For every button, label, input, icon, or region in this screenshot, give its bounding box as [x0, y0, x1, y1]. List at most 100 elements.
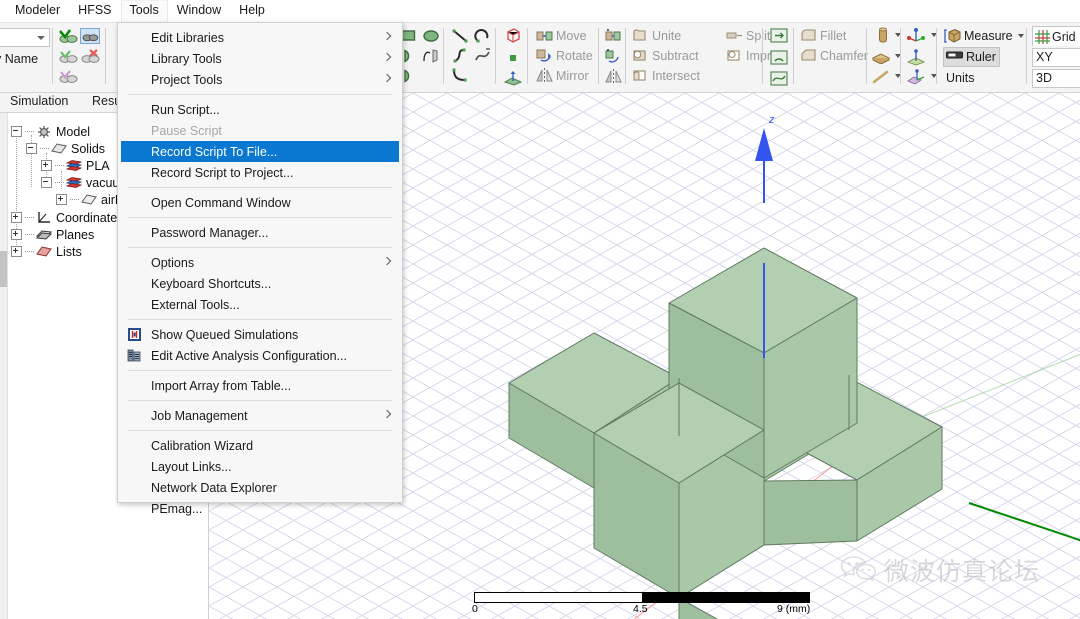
menu-item-label: External Tools...: [151, 298, 240, 312]
tree-node-planes[interactable]: Planes: [11, 226, 94, 243]
mirror-button[interactable]: Mirror: [536, 66, 589, 86]
draw-curve-icon[interactable]: [472, 46, 494, 66]
menu-item-record-script-to-project[interactable]: Record Script to Project...: [118, 162, 402, 183]
measure-button[interactable]: Measure: [944, 26, 1024, 46]
sweep-around-axis-icon[interactable]: [768, 47, 790, 67]
units-button[interactable]: Units: [946, 68, 974, 88]
menu-item-layout-links[interactable]: Layout Links...: [118, 456, 402, 477]
tree-connector: [25, 217, 34, 219]
intersect-button[interactable]: Intersect: [632, 66, 700, 86]
draw-arc-icon[interactable]: [472, 26, 494, 46]
menu-item-library-tools[interactable]: Library Tools: [118, 48, 402, 69]
menu-item-edit-active-analysis-configuration[interactable]: Edit Active Analysis Configuration...: [118, 345, 402, 366]
menubar-item-window[interactable]: Window: [168, 0, 230, 22]
unite-button[interactable]: Unite: [632, 26, 681, 46]
tree-node-solids[interactable]: Solids: [26, 140, 105, 157]
hide-selection-icon[interactable]: [80, 28, 100, 44]
chamfer-icon: [800, 48, 817, 64]
plane-select[interactable]: XY: [1032, 48, 1080, 67]
sweep-along-vector-icon[interactable]: [768, 25, 790, 45]
view-mode-select[interactable]: 3D: [1032, 69, 1080, 88]
expander-icon[interactable]: [11, 126, 22, 137]
menu-item-open-command-window[interactable]: Open Command Window: [118, 192, 402, 213]
select-object-combo[interactable]: ect: [0, 28, 50, 47]
menubar-item-modeler[interactable]: Modeler: [6, 0, 69, 22]
tree-connector: [70, 199, 79, 201]
show-all-icon[interactable]: [58, 28, 78, 44]
menu-item-calibration-wizard[interactable]: Calibration Wizard: [118, 435, 402, 456]
assign-material-icon[interactable]: [872, 25, 894, 45]
toolbar-separator-6: [598, 28, 599, 84]
expander-icon[interactable]: [26, 143, 37, 154]
draw-polyline-icon[interactable]: [449, 66, 471, 86]
tree-node-pla[interactable]: PLA: [41, 157, 110, 174]
menu-item-options[interactable]: Options: [118, 252, 402, 273]
menu-item-record-script-to-file[interactable]: Record Script To File...: [121, 141, 399, 162]
menu-item-project-tools[interactable]: Project Tools: [118, 69, 402, 90]
tree-node-lists[interactable]: Lists: [11, 243, 82, 260]
menu-item-network-data-explorer[interactable]: Network Data Explorer: [118, 477, 402, 498]
show-selection-icon[interactable]: [58, 48, 78, 64]
tree-scrollbar[interactable]: [0, 113, 8, 619]
expander-icon[interactable]: [11, 212, 22, 223]
split-button[interactable]: Split: [726, 26, 770, 46]
draw-cylinder-icon[interactable]: [420, 26, 442, 46]
menu-item-keyboard-shortcuts[interactable]: Keyboard Shortcuts...: [118, 273, 402, 294]
fillet-label: Fillet: [820, 29, 846, 43]
grid-tab[interactable]: Grid: [1032, 26, 1080, 46]
menu-item-import-array-from-table[interactable]: Import Array from Table...: [118, 375, 402, 396]
model-icon: [36, 125, 52, 139]
toolbar-separator-10: [866, 28, 867, 84]
show-others-icon[interactable]: [58, 68, 78, 84]
menu-item-edit-libraries[interactable]: Edit Libraries: [118, 27, 402, 48]
create-relative-cs-icon[interactable]: [905, 47, 927, 67]
menu-item-label: Edit Active Analysis Configuration...: [151, 349, 347, 363]
create-point-icon[interactable]: [502, 48, 524, 68]
hide-all-icon[interactable]: [80, 48, 100, 64]
ruler-button[interactable]: Ruler: [943, 47, 1000, 67]
menu-item-job-management[interactable]: Job Management: [118, 405, 402, 426]
thicken-sheet-icon[interactable]: [870, 47, 892, 67]
expander-icon[interactable]: [41, 160, 52, 171]
duplicate-mirror-icon[interactable]: [602, 26, 624, 46]
lists-icon: [36, 245, 52, 259]
tab-simulation[interactable]: Simulation: [10, 94, 68, 108]
subtract-button[interactable]: Subtract: [632, 46, 699, 66]
draw-equation-surface-icon[interactable]: [420, 46, 442, 66]
create-plane-icon[interactable]: [502, 68, 524, 88]
scale-max-label: 9 (mm): [777, 603, 810, 615]
toolbar-separator-1: [52, 28, 53, 84]
chamfer-button[interactable]: Chamfer: [800, 46, 868, 66]
duplicate-around-axis-icon[interactable]: [602, 46, 624, 66]
menu-item-label: Options: [151, 256, 194, 270]
duplicate-mirror2-icon[interactable]: [602, 66, 624, 86]
sweep-along-path-icon[interactable]: [768, 68, 790, 88]
menubar-item-hfss[interactable]: HFSS: [69, 0, 120, 22]
expander-icon[interactable]: [11, 229, 22, 240]
face-cs-icon[interactable]: [905, 67, 927, 87]
draw-spline-icon[interactable]: [449, 46, 471, 66]
menubar-item-tools[interactable]: Tools: [121, 0, 168, 22]
edge-tool-icon[interactable]: [870, 67, 892, 87]
expander-icon[interactable]: [56, 194, 67, 205]
menu-item-pemag[interactable]: PEmag...: [118, 498, 402, 519]
create-region-icon[interactable]: [502, 25, 524, 45]
tree-scrollbar-thumb[interactable]: [0, 251, 7, 287]
chamfer-label: Chamfer: [820, 49, 868, 63]
set-working-cs-icon[interactable]: [905, 25, 927, 45]
move-button[interactable]: Move: [536, 26, 587, 46]
measure-dropdown-icon[interactable]: [1018, 34, 1024, 38]
draw-line-icon[interactable]: [449, 26, 471, 46]
toolbar-separator-2: [105, 28, 106, 84]
expander-icon[interactable]: [11, 246, 22, 257]
menu-item-password-manager[interactable]: Password Manager...: [118, 222, 402, 243]
menubar-item-help[interactable]: Help: [230, 0, 274, 22]
menu-item-external-tools[interactable]: External Tools...: [118, 294, 402, 315]
menu-item-show-queued-simulations[interactable]: Show Queued Simulations: [118, 324, 402, 345]
rotate-button[interactable]: Rotate: [536, 46, 593, 66]
expander-icon[interactable]: [41, 177, 52, 188]
tree-node-model[interactable]: Model: [11, 123, 90, 140]
fillet-button[interactable]: Fillet: [800, 26, 846, 46]
menu-item-run-script[interactable]: Run Script...: [118, 99, 402, 120]
tools-dropdown-menu[interactable]: Edit Libraries Library Tools Project Too…: [117, 22, 403, 503]
